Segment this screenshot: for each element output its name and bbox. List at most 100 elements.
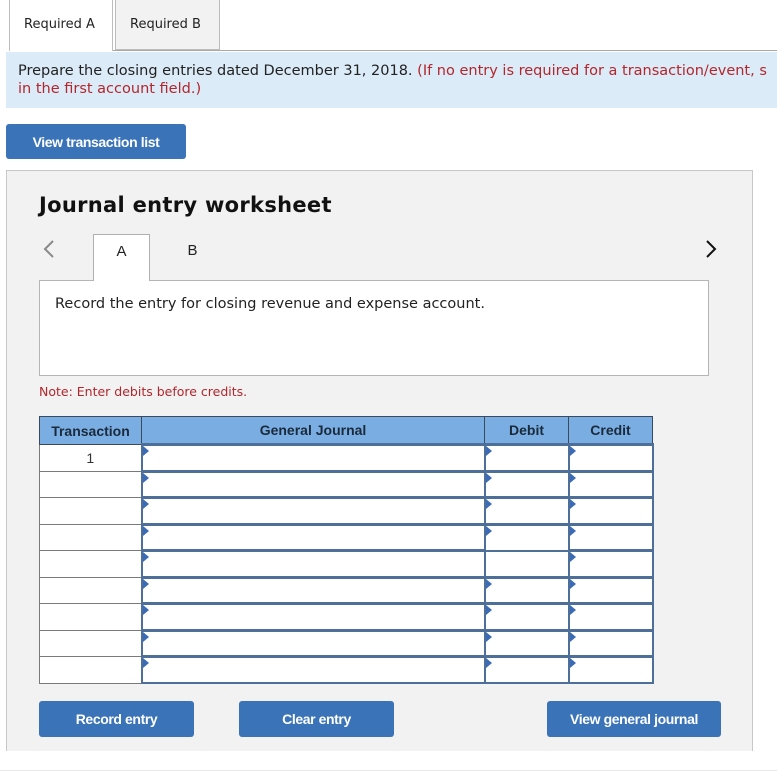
record-entry-button[interactable]: Record entry	[39, 701, 194, 737]
transaction-cell: 1	[39, 444, 142, 472]
clear-entry-button[interactable]: Clear entry	[239, 701, 394, 737]
table-row	[39, 549, 654, 578]
cell-marker-icon	[569, 552, 576, 562]
cell-marker-icon	[485, 578, 492, 589]
instructions-note-line2: in the first account field.)	[18, 81, 202, 97]
table-row	[39, 496, 654, 525]
next-entry-button[interactable]	[703, 237, 719, 261]
cell-marker-icon	[142, 658, 149, 668]
table-row	[39, 602, 654, 631]
cell-marker-icon	[142, 525, 149, 536]
cell-marker-icon	[569, 525, 576, 536]
table-row	[39, 628, 654, 658]
instructions-banner: Prepare the closing entries dated Decemb…	[6, 52, 777, 108]
transaction-cell	[39, 470, 142, 498]
credit-input[interactable]	[567, 602, 654, 631]
tab-required-a[interactable]: Required A	[9, 0, 113, 51]
debit-input[interactable]	[483, 443, 570, 472]
transaction-cell	[39, 497, 142, 525]
transaction-cell	[39, 629, 142, 657]
header-debit: Debit	[484, 416, 569, 445]
debit-input[interactable]	[483, 469, 570, 499]
table-row: 1	[39, 443, 654, 472]
account-input[interactable]	[140, 443, 486, 472]
cell-marker-icon	[485, 658, 492, 668]
account-input[interactable]	[140, 522, 486, 552]
cell-marker-icon	[485, 472, 492, 483]
account-input[interactable]	[140, 469, 486, 499]
transaction-cell	[39, 656, 142, 684]
cell-marker-icon	[485, 631, 492, 642]
cell-marker-icon	[142, 472, 149, 483]
table-row	[39, 522, 654, 552]
credit-input[interactable]	[567, 549, 654, 578]
view-general-journal-button[interactable]: View general journal	[547, 701, 721, 737]
cell-marker-icon	[142, 578, 149, 589]
debit-input[interactable]	[483, 575, 570, 605]
debit-input[interactable]	[483, 522, 570, 552]
journal-entry-worksheet-panel: Journal entry worksheet A B Record the e…	[6, 170, 753, 751]
cell-marker-icon	[485, 446, 492, 456]
debit-input[interactable]	[483, 549, 570, 578]
previous-entry-button[interactable]	[41, 237, 57, 261]
debit-input[interactable]	[483, 496, 570, 525]
required-tabs: Required A Required B	[9, 0, 220, 51]
cell-marker-icon	[569, 446, 576, 456]
transaction-cell	[39, 576, 142, 604]
transaction-cell	[39, 550, 142, 578]
debit-input[interactable]	[483, 655, 570, 684]
credit-input[interactable]	[567, 443, 654, 472]
credit-input[interactable]	[567, 496, 654, 525]
cell-marker-icon	[569, 499, 576, 509]
cell-marker-icon	[142, 552, 149, 562]
tab-divider	[113, 50, 777, 51]
account-input[interactable]	[140, 628, 486, 658]
chevron-right-icon	[706, 240, 717, 258]
header-transaction: Transaction	[39, 416, 142, 445]
entry-tab-a[interactable]: A	[93, 234, 150, 281]
account-input[interactable]	[140, 602, 486, 631]
cell-marker-icon	[142, 631, 149, 642]
account-input[interactable]	[140, 496, 486, 525]
entry-tab-b[interactable]: B	[164, 234, 221, 281]
entry-description-text: Record the entry for closing revenue and…	[55, 296, 485, 312]
transaction-cell	[39, 603, 142, 631]
view-transaction-list-button[interactable]: View transaction list	[6, 124, 186, 159]
tab-required-b[interactable]: Required B	[115, 0, 220, 50]
instructions-note-line1: (If no entry is required for a transacti…	[417, 63, 767, 79]
journal-table-header: Transaction General Journal Debit Credit	[39, 416, 653, 445]
credit-input[interactable]	[567, 522, 654, 552]
table-row	[39, 655, 654, 684]
cell-marker-icon	[569, 578, 576, 589]
cell-marker-icon	[485, 525, 492, 536]
cell-marker-icon	[142, 499, 149, 509]
table-row	[39, 575, 654, 605]
worksheet-title: Journal entry worksheet	[39, 193, 332, 217]
journal-table: Transaction General Journal Debit Credit…	[39, 416, 654, 684]
cell-marker-icon	[569, 472, 576, 483]
instructions-main: Prepare the closing entries dated Decemb…	[18, 63, 413, 79]
debit-input[interactable]	[483, 628, 570, 658]
transaction-cell	[39, 523, 142, 551]
chevron-left-icon	[43, 240, 54, 258]
credit-input[interactable]	[567, 469, 654, 499]
entry-description: Record the entry for closing revenue and…	[39, 280, 709, 376]
account-input[interactable]	[140, 575, 486, 605]
header-credit: Credit	[568, 416, 653, 445]
debit-credit-note: Note: Enter debits before credits.	[39, 384, 248, 399]
account-input[interactable]	[140, 655, 486, 684]
header-general-journal: General Journal	[141, 416, 485, 445]
cell-marker-icon	[569, 631, 576, 642]
credit-input[interactable]	[567, 628, 654, 658]
credit-input[interactable]	[567, 655, 654, 684]
debit-input[interactable]	[483, 602, 570, 631]
cell-marker-icon	[142, 605, 149, 615]
cell-marker-icon	[142, 446, 149, 456]
account-input[interactable]	[140, 549, 486, 578]
cell-marker-icon	[485, 499, 492, 509]
cell-marker-icon	[569, 605, 576, 615]
credit-input[interactable]	[567, 575, 654, 605]
table-row	[39, 469, 654, 499]
cell-marker-icon	[485, 605, 492, 615]
page-divider	[0, 770, 777, 771]
